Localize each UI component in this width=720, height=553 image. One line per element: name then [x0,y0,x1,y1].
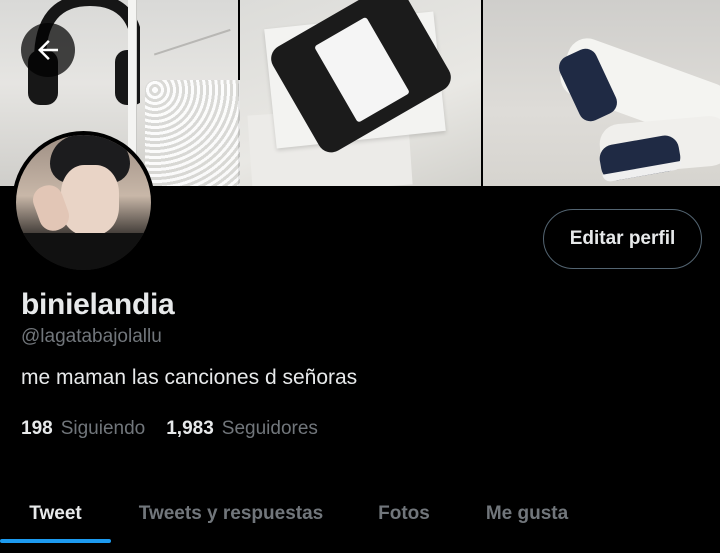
active-tab-indicator [0,539,111,543]
arrow-left-icon [38,40,58,60]
follow-stats: 198 Siguiendo 1,983 Seguidores [21,418,318,440]
tab-likes-label: Me gusta [485,502,569,524]
following-label: Siguiendo [60,418,146,439]
followers-label: Seguidores [221,418,318,439]
profile-tabs: Tweet Tweets y respuestas Fotos Me gusta [0,474,720,553]
tab-tweets-label: Tweet [29,502,82,524]
display-name: binielandia [21,288,175,321]
following-link[interactable]: 198 Siguiendo [21,418,145,440]
edit-profile-button[interactable]: Editar perfil [543,209,702,269]
followers-count: 1,983 [166,418,214,439]
avatar-photo [16,135,151,270]
tab-photos[interactable]: Fotos [360,474,448,553]
tab-likes[interactable]: Me gusta [470,474,584,553]
avatar[interactable] [12,131,155,274]
tab-tweets-replies-label: Tweets y respuestas [138,502,324,524]
followers-link[interactable]: 1,983 Seguidores [166,418,318,440]
username-handle: @lagatabajolallu [21,326,162,347]
profile-bio: me maman las canciones d señoras [21,366,358,389]
tab-photos-label: Fotos [378,502,430,524]
tab-tweets-replies[interactable]: Tweets y respuestas [120,474,342,553]
lace-shirt [145,80,240,186]
following-count: 198 [21,418,53,439]
back-button[interactable] [21,23,75,77]
